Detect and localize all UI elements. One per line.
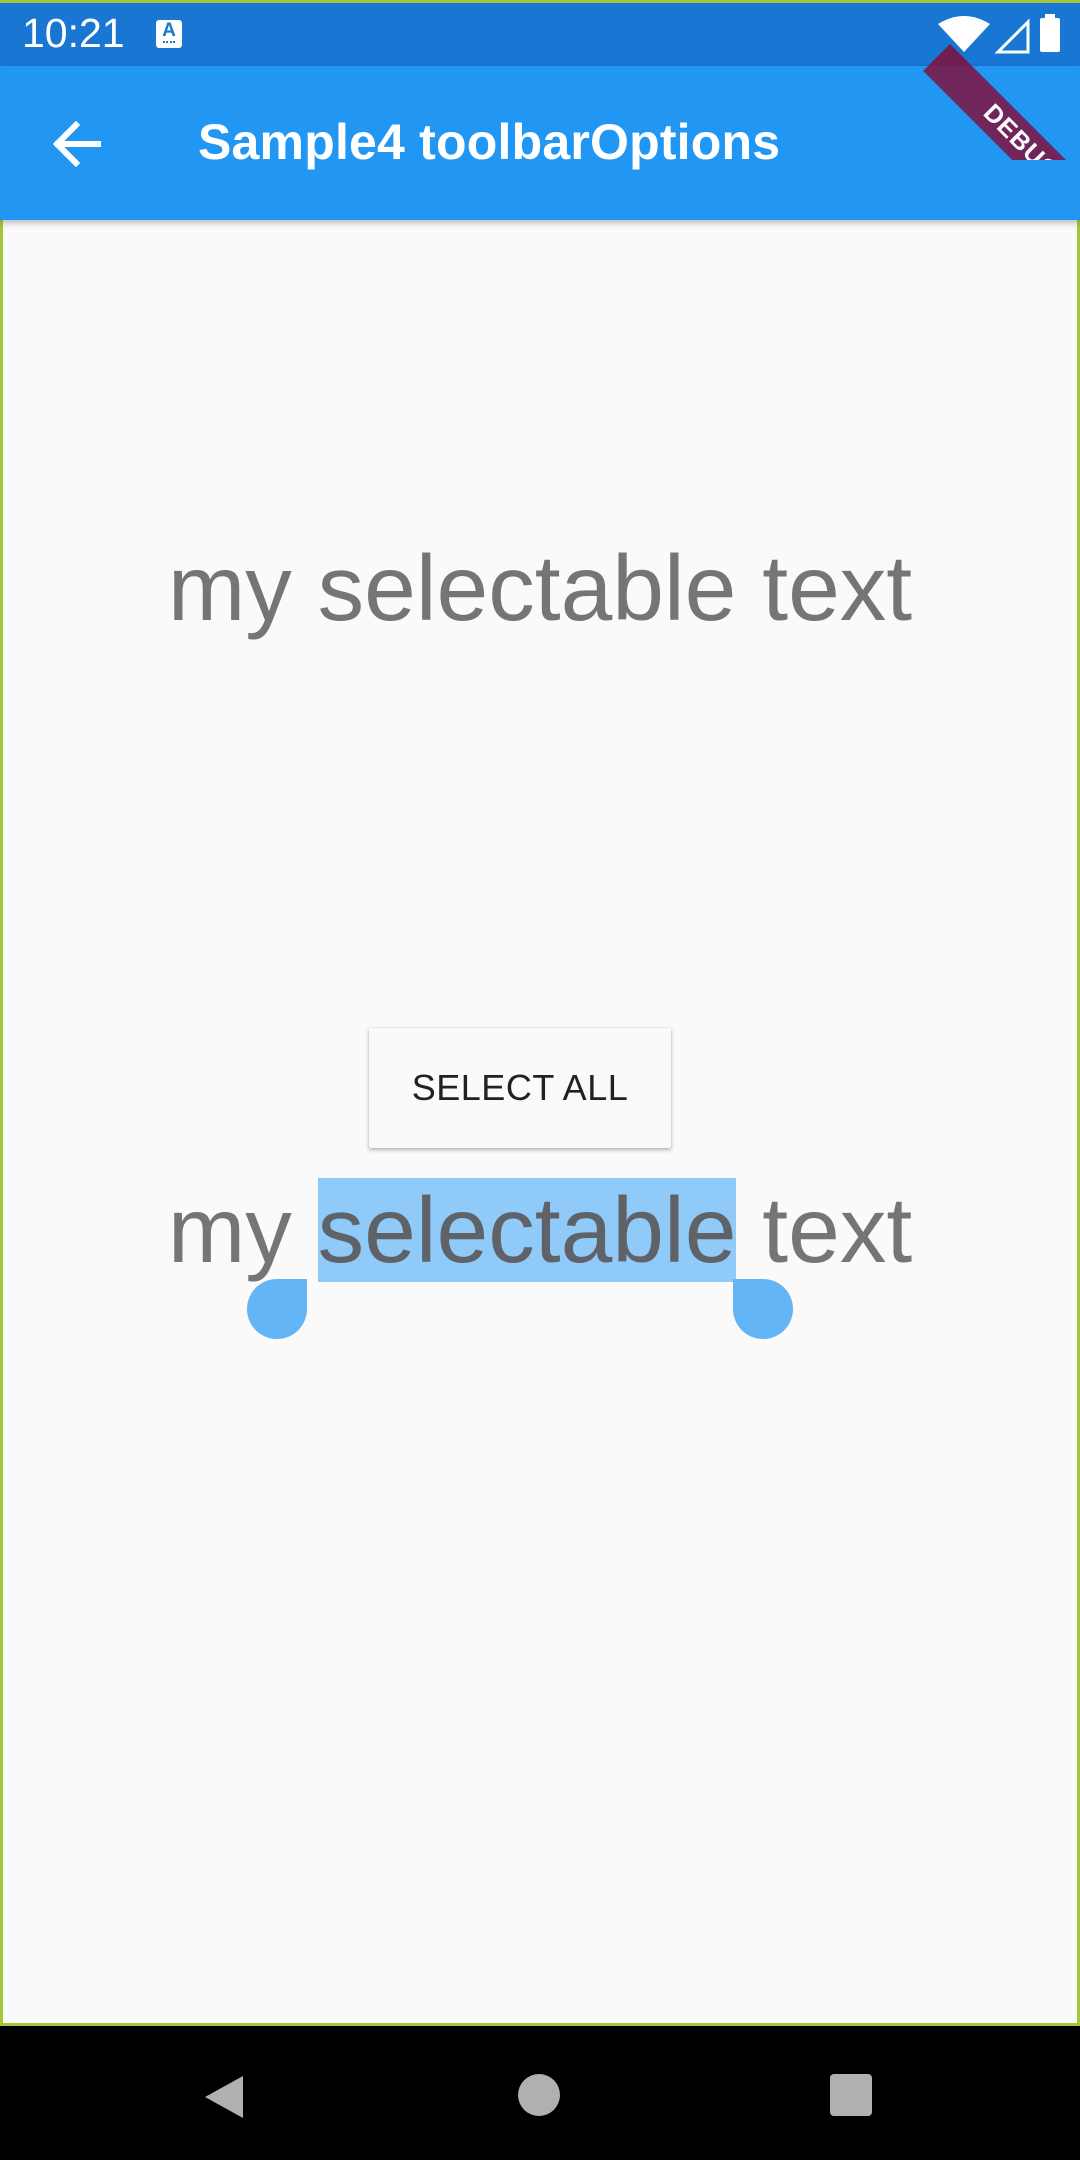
app-bar: Sample4 toolbarOptions [0,66,1080,220]
status-time: 10:21 [22,10,125,56]
accessibility-app-icon: A [156,20,182,48]
home-circle-icon[interactable] [518,2074,560,2116]
page-title: Sample4 toolbarOptions [198,114,781,170]
battery-icon [1040,18,1060,52]
selectable-text-bottom[interactable]: my selectable text [0,1175,1080,1285]
screen: 10:21 A Sample4 toolbarOptions DEBUG my … [0,0,1080,2160]
recents-square-icon[interactable] [830,2074,872,2116]
text-after-selection: text [736,1178,913,1282]
signal-icon [994,18,1030,54]
frame-border [0,0,1080,3]
back-button[interactable] [36,104,116,184]
text-before-selection: my [167,1178,318,1282]
selectable-text-top[interactable]: my selectable text [0,533,1080,643]
selection-handle-end[interactable] [733,1279,793,1339]
back-triangle-icon[interactable] [203,2074,247,2120]
text-selection-toolbar: SELECT ALL [369,1028,671,1148]
wifi-icon [938,16,990,52]
select-all-button[interactable]: SELECT ALL [369,1028,671,1148]
navigation-bar [0,2026,1080,2160]
selection-handle-start[interactable] [247,1279,307,1339]
status-bar: 10:21 A [0,0,1080,66]
status-icons [938,14,1060,54]
arrow-back-icon [52,120,101,168]
selected-text[interactable]: selectable [317,1178,737,1282]
